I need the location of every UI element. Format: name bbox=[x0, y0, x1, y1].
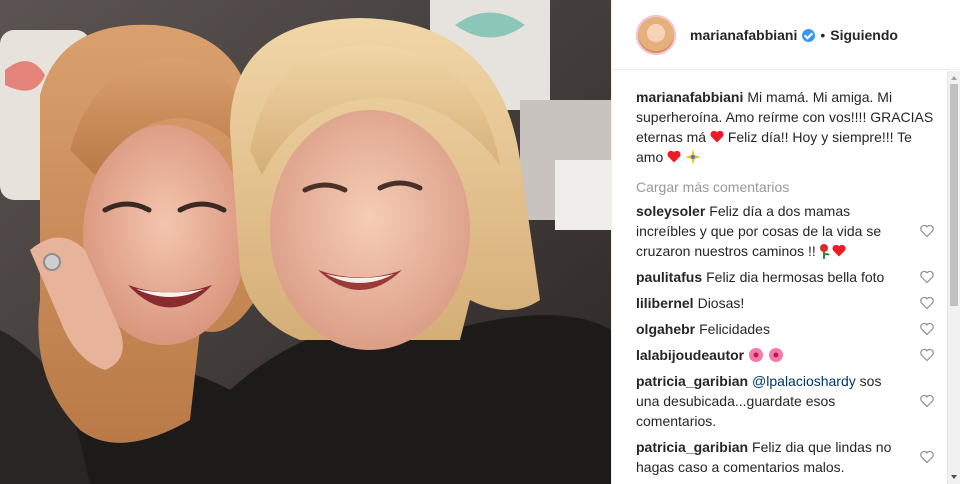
comment-username[interactable]: patricia_garibian bbox=[636, 373, 748, 389]
comment-item: olgahebr Felicidades bbox=[636, 319, 948, 339]
scroll-up-arrow-icon[interactable] bbox=[951, 76, 957, 80]
like-comment-heart-icon[interactable] bbox=[920, 450, 934, 464]
comment-item: soleysoler Feliz día a dos mamas increíbl… bbox=[636, 201, 948, 261]
like-comment-heart-icon[interactable] bbox=[920, 322, 934, 336]
comment-item: paulitafus Feliz dia hermosas bella foto bbox=[636, 267, 948, 287]
verified-badge-icon bbox=[802, 29, 816, 42]
comment-username[interactable]: lilibernel bbox=[636, 295, 694, 311]
post-side-panel: marianafabbiani • Siguiendo marianafabbi… bbox=[611, 0, 960, 484]
comment-item: patricia_garibian Feliz dia que lindas no… bbox=[636, 437, 948, 477]
sparkles-emoji bbox=[685, 149, 702, 165]
author-avatar[interactable] bbox=[636, 14, 676, 55]
comment-mention-link[interactable]: @lpalacioshardy bbox=[752, 373, 856, 389]
scrollbar-thumb[interactable] bbox=[950, 84, 958, 306]
author-username[interactable]: marianafabbiani bbox=[690, 27, 797, 43]
following-button[interactable]: Siguiendo bbox=[830, 27, 898, 43]
like-comment-heart-icon[interactable] bbox=[920, 394, 934, 408]
post-photo[interactable] bbox=[0, 0, 611, 484]
post-caption: marianafabbiani Mi mamá. Mi amiga. Mi sup… bbox=[636, 87, 948, 167]
like-comment-heart-icon[interactable] bbox=[920, 224, 934, 238]
red-heart-emoji bbox=[667, 150, 681, 163]
red-heart-emoji bbox=[710, 130, 724, 143]
comment-text: Feliz dia hermosas bella foto bbox=[706, 269, 885, 285]
like-comment-heart-icon[interactable] bbox=[920, 270, 934, 284]
comments-scrollbar[interactable] bbox=[947, 71, 960, 484]
separator-dot: • bbox=[820, 26, 826, 43]
post-header: marianafabbiani • Siguiendo bbox=[612, 0, 960, 70]
load-more-comments-link[interactable]: Cargar más comentarios bbox=[636, 179, 948, 195]
comment-item: patricia_garibian @lpalacioshardy sos una… bbox=[636, 371, 948, 431]
photo-illustration bbox=[0, 0, 611, 484]
comment-text: Felicidades bbox=[699, 321, 770, 337]
like-comment-heart-icon[interactable] bbox=[920, 296, 934, 310]
comment-username[interactable]: paulitafus bbox=[636, 269, 702, 285]
comment-item: lilibernel Diosas! bbox=[636, 293, 948, 313]
like-comment-heart-icon[interactable] bbox=[920, 348, 934, 362]
comment-username[interactable]: soleysoler bbox=[636, 203, 705, 219]
story-ring bbox=[636, 14, 676, 55]
hibiscus-emoji bbox=[749, 348, 764, 362]
hibiscus-emoji bbox=[769, 348, 784, 362]
rose-emoji bbox=[819, 244, 830, 259]
scroll-down-arrow-icon[interactable] bbox=[951, 475, 957, 479]
comment-item: lalabijoudeautor bbox=[636, 345, 948, 365]
red-heart-emoji bbox=[832, 244, 846, 257]
caption-author[interactable]: marianafabbiani bbox=[636, 89, 743, 105]
comment-username[interactable]: patricia_garibian bbox=[636, 439, 748, 455]
comments-list: marianafabbiani Mi mamá. Mi amiga. Mi sup… bbox=[612, 71, 948, 484]
comment-username[interactable]: olgahebr bbox=[636, 321, 695, 337]
comment-username[interactable]: lalabijoudeautor bbox=[636, 347, 744, 363]
comment-text: Diosas! bbox=[697, 295, 745, 311]
